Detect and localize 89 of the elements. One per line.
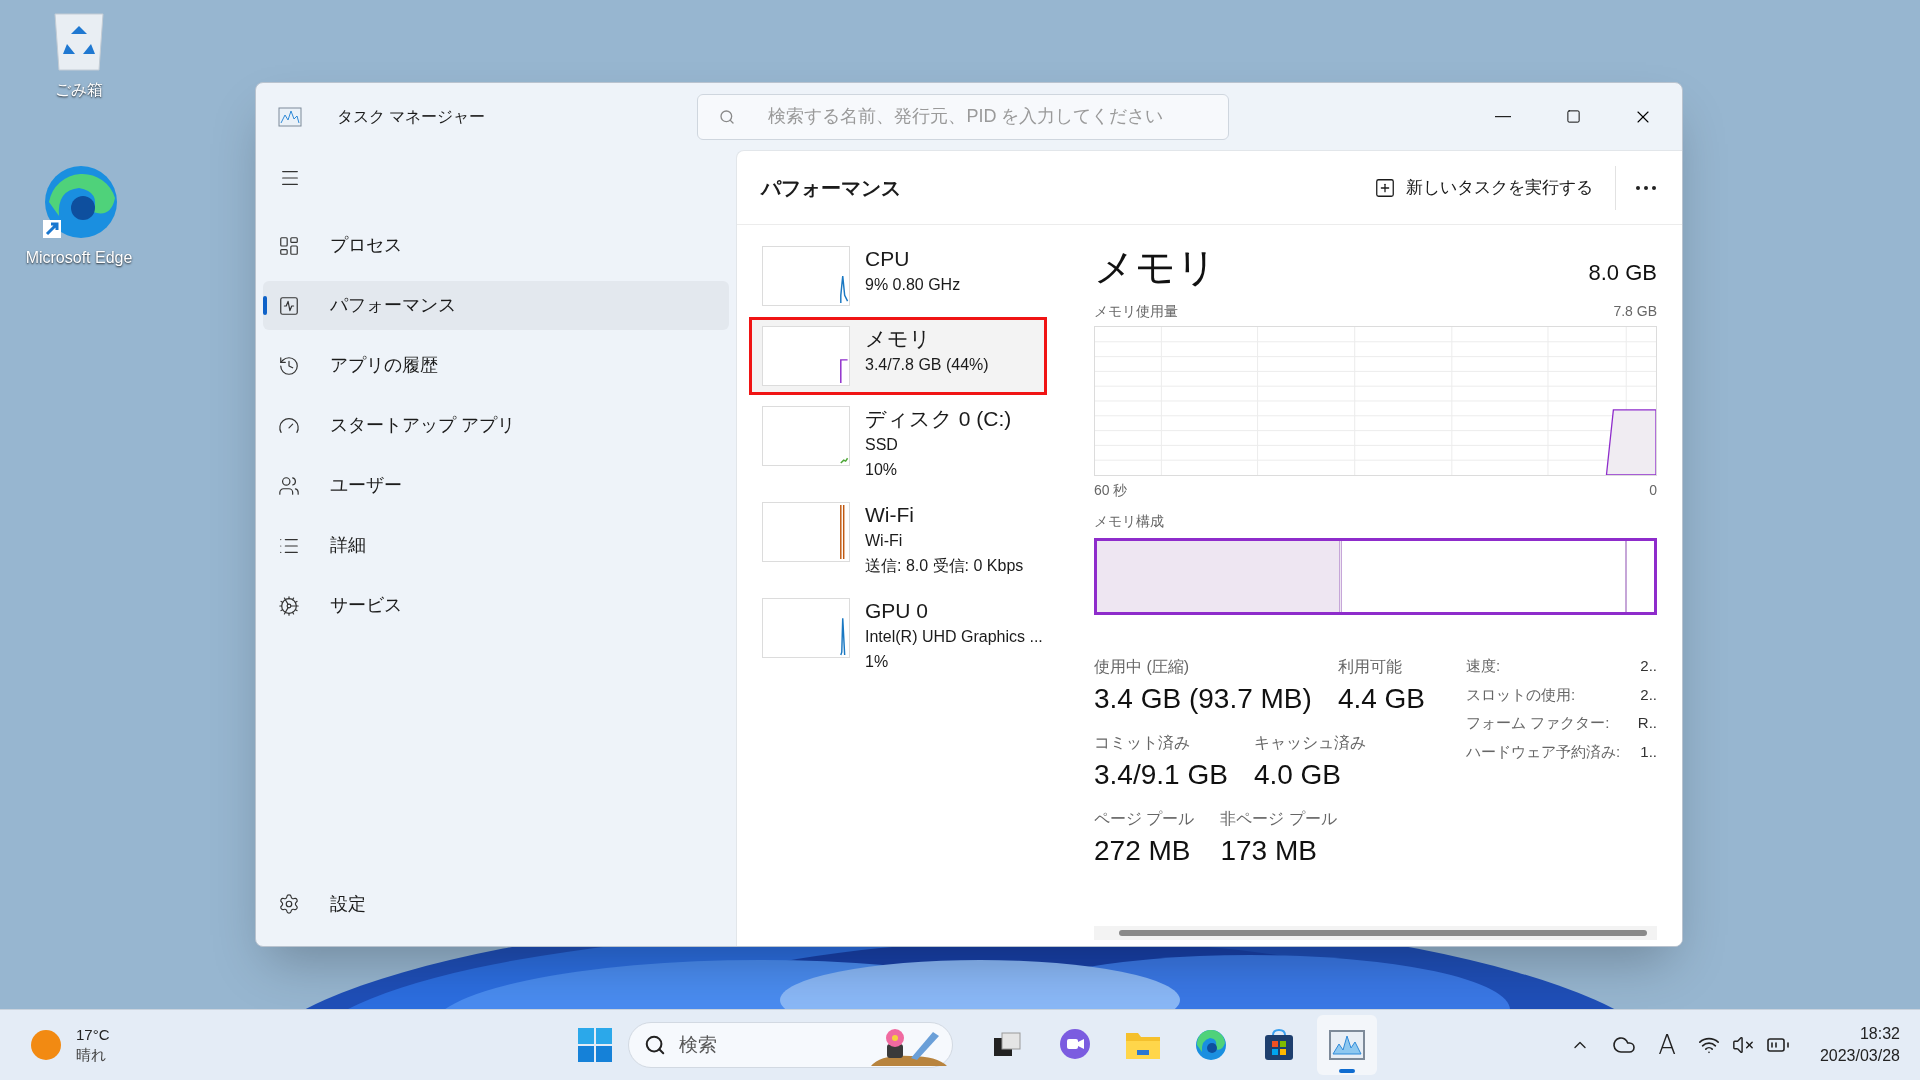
property-value: 1.. (1640, 741, 1657, 762)
axis-label: 60 秒 (1094, 481, 1128, 500)
device-name: CPU (865, 246, 911, 272)
page-title: パフォーマンス (761, 175, 901, 201)
settings-icon (278, 893, 300, 915)
temperature: 17°C (76, 1025, 110, 1045)
app-icon (278, 106, 302, 127)
processes-icon (278, 234, 300, 257)
sidebar-item[interactable]: パフォーマンス (263, 281, 729, 330)
sidebar-item[interactable]: プロセス (263, 221, 729, 270)
chat-icon (1058, 1028, 1092, 1062)
weather-condition: 晴れ (76, 1045, 107, 1065)
more-icon (1636, 185, 1656, 190)
property-value: 2.. (1640, 656, 1657, 676)
cog-icon (278, 594, 300, 617)
device-stat: Wi-Fi (865, 531, 904, 551)
property-value: 2.. (1640, 684, 1657, 705)
browser-icon (1194, 1028, 1228, 1062)
new-task-button[interactable]: 新しいタスクを実行する (1364, 165, 1603, 210)
device-item[interactable]: ディスク 0 (C:) SSD 10% (749, 397, 1047, 491)
composition-label: メモリ構成 (1094, 512, 1165, 531)
users-icon (278, 474, 300, 497)
device-stat: Intel(R) UHD Graphics ... (865, 627, 1043, 647)
sun-icon (30, 1029, 62, 1061)
stat-label: コミット済み (1094, 733, 1191, 753)
clock-date[interactable]: 2023/03/28 (1819, 1045, 1900, 1067)
property-label: スロットの使用: (1466, 684, 1576, 705)
detail-title: メモリ (1094, 244, 1217, 291)
performance-icon (278, 294, 300, 317)
device-stat: 9% 0.80 GHz (865, 275, 961, 295)
stat-value: 3.4 GB (93.7 MB) (1094, 682, 1312, 716)
memory-total: 8.0 GB (1588, 259, 1657, 287)
device-stat: SSD (865, 435, 899, 455)
stat-value: 4.4 GB (1337, 682, 1426, 716)
performance-monitor-icon (1329, 1030, 1365, 1060)
new-task-icon (1374, 176, 1396, 199)
sidebar-item[interactable]: サービス (263, 581, 729, 630)
scrollbar[interactable] (1119, 930, 1647, 936)
stat-value: 272 MB (1094, 834, 1192, 868)
store-icon (1263, 1029, 1295, 1061)
device-item[interactable]: メモリ 3.4/7.8 GB (44%) (749, 317, 1047, 395)
property-label: ハードウェア予約済み: (1466, 741, 1621, 762)
property-label: フォーム ファクター: (1466, 713, 1610, 733)
history-icon (278, 354, 300, 377)
selection-indicator (263, 296, 267, 315)
device-name: メモリ (865, 326, 932, 352)
property-label: 速度: (1466, 656, 1501, 676)
desktop-icon-label: Microsoft Edge (25, 248, 133, 268)
maximize-icon (1565, 109, 1581, 124)
search-icon (719, 108, 736, 125)
sidebar-item[interactable]: アプリの履歴 (263, 341, 729, 390)
stat-value: 4.0 GB (1253, 758, 1343, 792)
active-indicator (1339, 1069, 1355, 1073)
device-name: ディスク 0 (C:) (865, 406, 1012, 432)
stat-value: 3.4/9.1 GB (1094, 758, 1228, 792)
stat-value: 173 MB (1220, 834, 1318, 868)
stat-label: 使用中 (圧縮) (1094, 657, 1191, 677)
axis-label: 0 (1649, 481, 1657, 500)
device-stat: 送信: 8.0 受信: 0 Kbps (865, 556, 1024, 576)
muted-speaker-icon[interactable] (1731, 1034, 1754, 1056)
device-stat: 1% (865, 652, 890, 672)
stat-label: キャッシュ済み (1253, 733, 1366, 753)
device-name: Wi-Fi (865, 502, 915, 528)
windows-logo-icon (578, 1028, 612, 1062)
input-method-indicator[interactable]: A (1658, 1025, 1676, 1065)
device-item[interactable]: Wi-Fi Wi-Fi 送信: 8.0 受信: 0 Kbps (749, 493, 1047, 587)
device-stat: 10% (865, 460, 899, 480)
minimize-icon (1495, 115, 1511, 118)
sidebar-item[interactable]: ユーザー (263, 461, 729, 510)
sidebar-item[interactable]: スタートアップ アプリ (263, 401, 729, 450)
settings-button[interactable]: 設定 (263, 882, 729, 926)
sidebar-item[interactable]: 詳細 (263, 521, 729, 570)
device-name: GPU 0 (865, 598, 930, 624)
property-value: R.. (1637, 713, 1657, 733)
clock-time[interactable]: 18:32 (1859, 1023, 1900, 1045)
device-item[interactable]: GPU 0 Intel(R) UHD Graphics ... 1% (749, 589, 1047, 683)
device-item[interactable]: CPU 9% 0.80 GHz (749, 237, 1047, 315)
chart-max-label: 7.8 GB (1613, 302, 1657, 321)
folder-icon (1125, 1030, 1161, 1060)
search-icon (644, 1034, 666, 1056)
taskbar-search-field[interactable]: 検索 (628, 1022, 953, 1068)
stat-label: 利用可能 (1337, 657, 1403, 677)
stat-label: ページ プール (1094, 809, 1195, 829)
search-field[interactable]: 検索する名前、発行元、PID を入力してください (697, 93, 1230, 140)
stat-label: 非ページ プール (1220, 809, 1337, 829)
window-title: タスク マネージャー (337, 106, 486, 127)
desktop-icon-label: ごみ箱 (55, 80, 103, 100)
device-stat: 3.4/7.8 GB (44%) (865, 355, 989, 375)
chart-label: メモリ使用量 (1094, 302, 1178, 321)
